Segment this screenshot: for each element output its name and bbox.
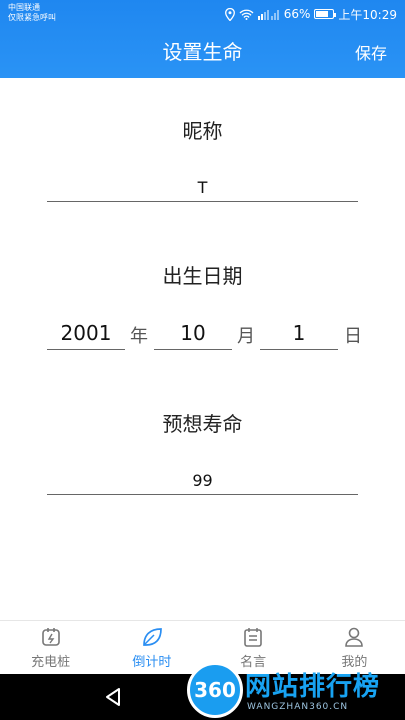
birth-month-input[interactable]: 10: [154, 318, 232, 350]
birthday-label: 出生日期: [162, 264, 243, 288]
clock: 上午10:29: [338, 7, 397, 22]
birth-year-input[interactable]: 2001: [47, 318, 125, 350]
location-icon: [224, 7, 235, 21]
year-unit: 年: [130, 326, 148, 347]
status-bar: 中国联通 仅限紧急呼叫 66% 上午10:29: [0, 0, 405, 28]
nickname-label: 昵称: [182, 119, 223, 143]
nav-label-charging: 充电桩: [31, 654, 71, 670]
carrier-name: 中国联通: [8, 3, 40, 12]
life-expectancy-input[interactable]: 99: [47, 469, 358, 495]
day-unit: 日: [344, 326, 362, 347]
watermark-text: 网站排行榜: [245, 672, 381, 702]
page-title: 设置生命: [162, 40, 243, 64]
nickname-input[interactable]: T: [47, 176, 358, 202]
calendar-note-icon: [242, 626, 264, 648]
month-unit: 月: [237, 326, 255, 347]
nav-label-countdown: 倒计时: [132, 654, 172, 670]
charging-plug-icon: [40, 626, 62, 648]
battery-percent: 66%: [283, 7, 311, 21]
person-icon: [343, 626, 365, 648]
status-icons: 66% 上午10:29: [224, 6, 397, 22]
back-triangle-icon[interactable]: [104, 687, 122, 711]
watermark-url: WANGZHAN360.CN: [247, 702, 349, 712]
emergency-only: 仅限紧急呼叫: [8, 13, 56, 22]
app-header: 中国联通 仅限紧急呼叫 66% 上午10:29 设置生命 保存: [0, 0, 405, 78]
life-expectancy-label: 预想寿命: [162, 412, 243, 436]
save-button[interactable]: 保存: [355, 40, 387, 64]
battery-icon: [314, 9, 337, 19]
carrier-info: 中国联通 仅限紧急呼叫: [8, 3, 56, 23]
birth-day-input[interactable]: 1: [260, 318, 338, 350]
watermark: 360 网站排行榜 WANGZHAN360.CN: [187, 660, 397, 720]
leaf-icon: [141, 626, 163, 648]
wifi-icon: [239, 9, 254, 20]
signal-icon: [257, 8, 280, 20]
watermark-badge: 360: [187, 662, 243, 718]
nav-item-charging[interactable]: 充电桩: [0, 621, 101, 674]
